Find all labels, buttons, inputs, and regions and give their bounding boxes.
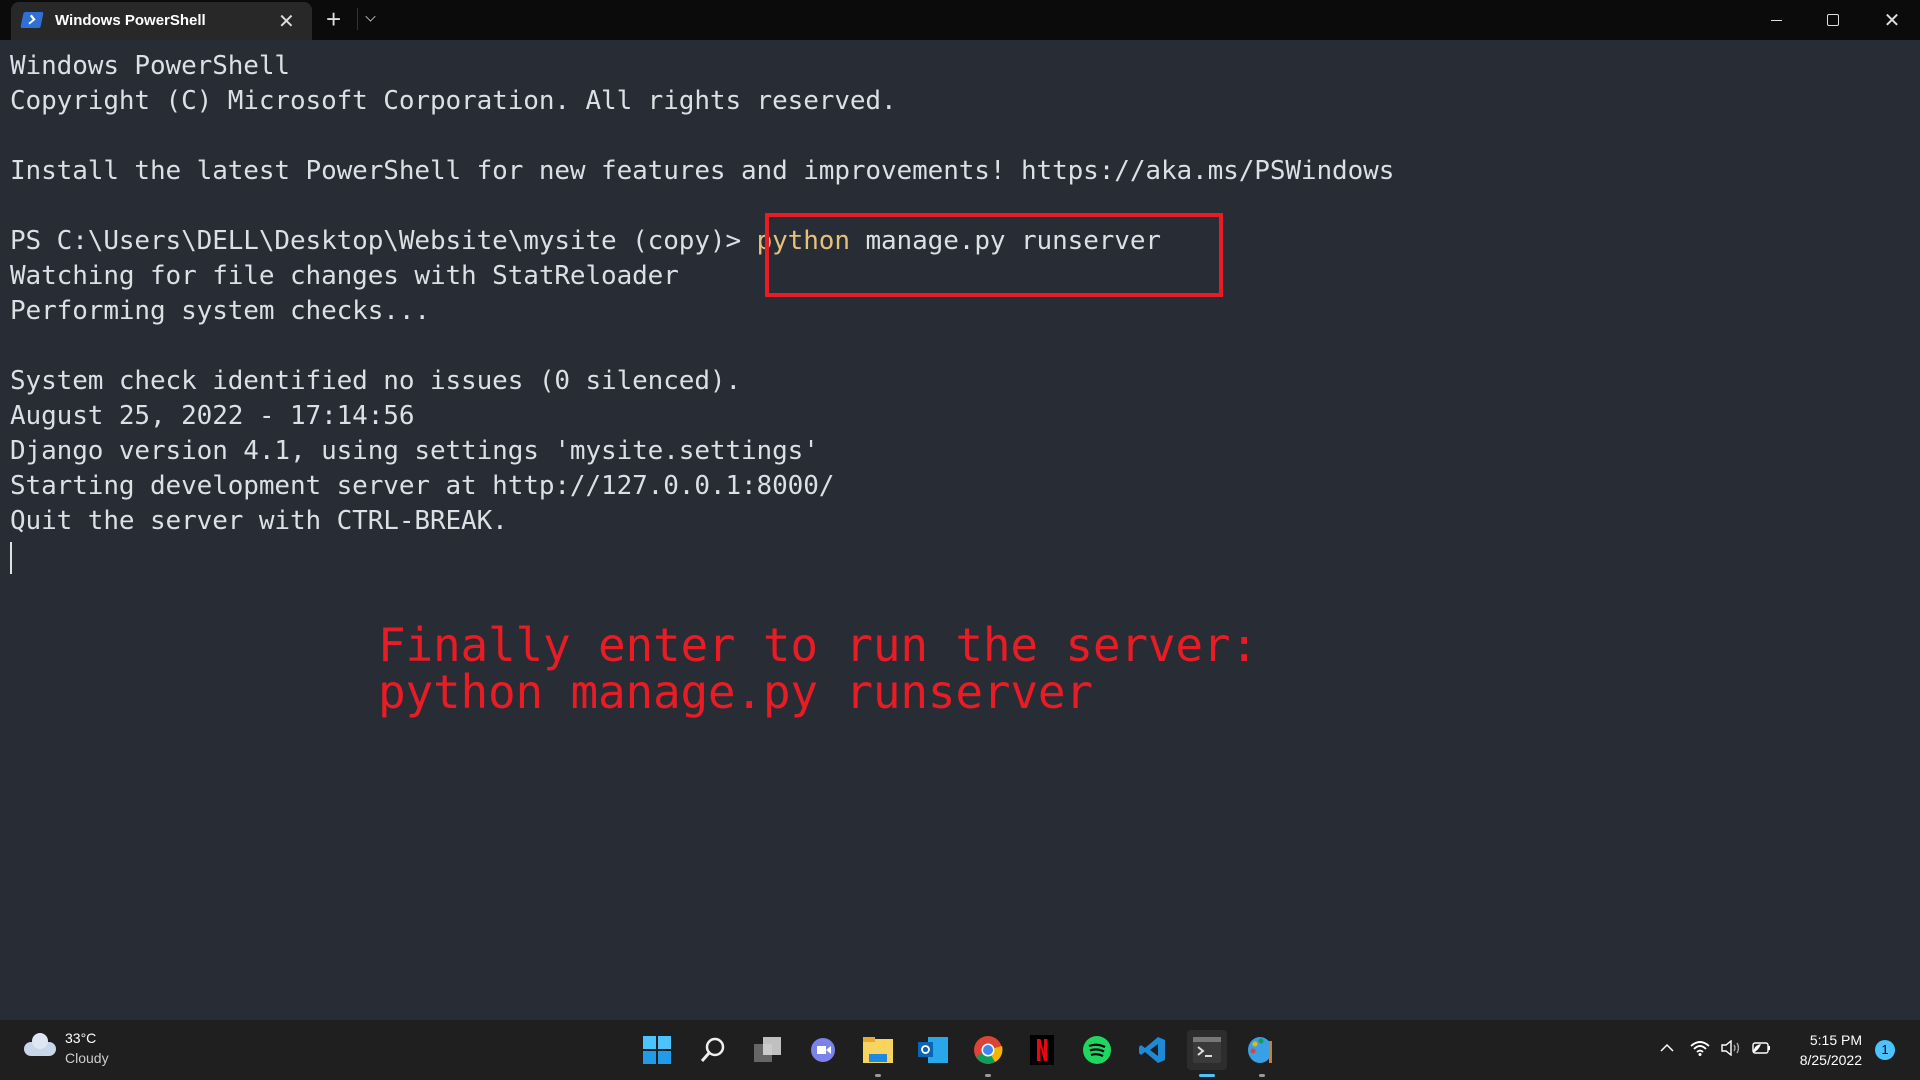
terminal-line: Windows PowerShell [10, 51, 290, 81]
divider [357, 8, 358, 30]
outlook-icon [918, 1037, 948, 1063]
terminal-icon [1193, 1037, 1221, 1063]
teams-chat-icon [811, 1038, 835, 1062]
outlook-button[interactable] [913, 1030, 953, 1070]
search-button[interactable] [693, 1030, 733, 1070]
vscode-button[interactable] [1132, 1030, 1172, 1070]
vscode-icon [1139, 1037, 1165, 1063]
battery-icon[interactable] [1750, 1040, 1772, 1060]
paint-button[interactable] [1242, 1030, 1282, 1077]
annotation-line-1: Finally enter to run the server: [378, 618, 1258, 672]
system-clock[interactable]: 5:15 PM 8/25/2022 [1780, 1030, 1862, 1070]
terminal-line: Starting development server at http://12… [10, 471, 835, 501]
teams-chat-button[interactable] [803, 1030, 843, 1070]
netflix-button[interactable] [1022, 1030, 1062, 1070]
terminal-button[interactable] [1187, 1030, 1227, 1077]
running-indicator [1199, 1074, 1215, 1077]
annotation-line-2: python manage.py runserver [378, 665, 1093, 719]
task-view-icon [754, 1037, 781, 1062]
powershell-icon [20, 12, 44, 28]
terminal-line: Quit the server with CTRL-BREAK. [10, 506, 508, 536]
chevron-up-icon[interactable] [1658, 1040, 1676, 1060]
terminal-line: Copyright (C) Microsoft Corporation. All… [10, 86, 897, 116]
tab-windows-powershell[interactable]: Windows PowerShell ✕ [11, 2, 312, 40]
minimize-button[interactable] [1748, 0, 1804, 40]
search-icon [700, 1037, 725, 1062]
weather-condition: Cloudy [65, 1050, 109, 1066]
title-bar: Windows PowerShell ✕ + ✕ [0, 0, 1920, 40]
chevron-down-icon[interactable] [365, 11, 376, 22]
new-tab-button[interactable]: + [326, 4, 341, 35]
weather-temp: 33°C [65, 1030, 97, 1046]
terminal-line: Install the latest PowerShell for new fe… [10, 156, 1395, 186]
text-cursor [10, 542, 12, 574]
tab-title: Windows PowerShell [55, 12, 206, 29]
running-indicator [1259, 1074, 1265, 1077]
close-button[interactable]: ✕ [1864, 0, 1920, 40]
running-indicator [985, 1074, 991, 1077]
task-view-button[interactable] [748, 1030, 788, 1070]
maximize-button[interactable] [1805, 0, 1861, 40]
tab-close-icon[interactable]: ✕ [278, 9, 295, 34]
volume-icon[interactable] [1720, 1039, 1742, 1060]
notification-badge[interactable]: 1 [1875, 1040, 1895, 1060]
folder-icon [863, 1037, 893, 1063]
terminal-line: Django version 4.1, using settings 'mysi… [10, 436, 819, 466]
windows-icon [643, 1036, 671, 1064]
chrome-icon [974, 1036, 1003, 1064]
clock-time: 5:15 PM [1809, 1032, 1862, 1048]
file-explorer-button[interactable] [858, 1030, 898, 1077]
terminal-line: Performing system checks... [10, 296, 430, 326]
highlight-box [765, 213, 1223, 297]
spotify-icon [1083, 1036, 1111, 1064]
prompt: PS C:\Users\DELL\Desktop\Website\mysite … [10, 226, 757, 256]
terminal-line: System check identified no issues (0 sil… [10, 366, 742, 396]
start-button[interactable] [637, 1030, 677, 1070]
spotify-button[interactable] [1077, 1030, 1117, 1070]
chrome-button[interactable] [968, 1030, 1008, 1077]
running-indicator [875, 1074, 881, 1077]
clock-date: 8/25/2022 [1799, 1052, 1862, 1068]
annotation-text: Finally enter to run the server: python … [378, 622, 1258, 716]
netflix-icon [1030, 1035, 1054, 1065]
wifi-icon[interactable] [1690, 1040, 1710, 1060]
cloud-icon [24, 1033, 56, 1056]
taskbar: 33°C Cloudy 5:15 PM 8/25/2022 1 [0, 1020, 1920, 1080]
terminal-line: August 25, 2022 - 17:14:56 [10, 401, 415, 431]
paint-icon [1248, 1037, 1272, 1063]
